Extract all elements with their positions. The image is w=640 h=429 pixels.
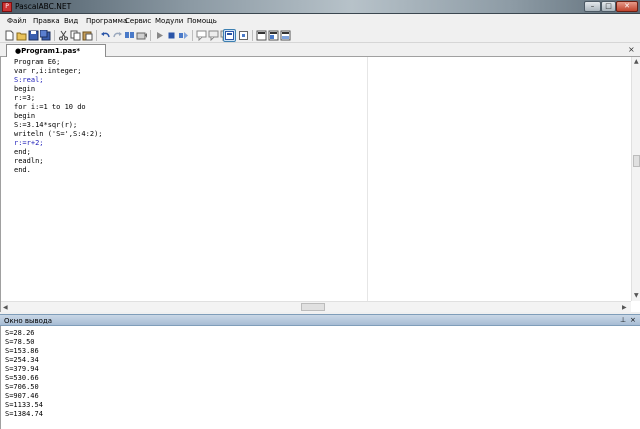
toolbar-separator bbox=[96, 30, 97, 41]
locals-icon[interactable] bbox=[268, 30, 279, 41]
output-panel-title: Окно вывода bbox=[4, 317, 53, 325]
stop-icon[interactable] bbox=[166, 30, 177, 41]
toolbar-separator bbox=[252, 30, 253, 41]
new-file-icon[interactable] bbox=[4, 30, 15, 41]
vertical-scroll-thumb[interactable] bbox=[633, 155, 640, 167]
code-line: for i:=1 to 10 do bbox=[14, 103, 86, 111]
menu-modules[interactable]: Модули bbox=[155, 17, 183, 25]
save-icon[interactable] bbox=[28, 30, 39, 41]
scroll-down-icon[interactable]: ▼ bbox=[634, 292, 639, 299]
window-icon[interactable] bbox=[238, 30, 249, 41]
run-icon[interactable] bbox=[154, 30, 165, 41]
output-line: S=1384.74 bbox=[5, 410, 43, 418]
step-icon[interactable] bbox=[178, 30, 189, 41]
output-panel-header: Окно вывода ⊥ × bbox=[0, 314, 640, 326]
menu-service[interactable]: Сервис bbox=[125, 17, 151, 25]
output-line: S=379.94 bbox=[5, 365, 39, 373]
menu-view[interactable]: Вид bbox=[64, 17, 78, 25]
pin-icon[interactable]: ⊥ bbox=[620, 316, 626, 324]
code-line: Program E6; bbox=[14, 58, 61, 66]
toolbar bbox=[0, 28, 640, 43]
code-line: writeln ('S=',S:4:2); bbox=[14, 130, 103, 138]
debug-comment-icon[interactable] bbox=[196, 30, 207, 42]
code-line: begin bbox=[14, 85, 36, 93]
close-button[interactable]: ✕ bbox=[616, 1, 638, 12]
cut-icon[interactable] bbox=[58, 30, 69, 41]
code-line: end; bbox=[14, 148, 31, 156]
menu-help[interactable]: Помощь bbox=[187, 17, 217, 25]
maximize-button[interactable]: □ bbox=[601, 1, 616, 12]
menu-program[interactable]: Программа bbox=[86, 17, 127, 25]
code-line: r:=r+2; bbox=[14, 139, 44, 147]
output-line: S=1133.54 bbox=[5, 401, 43, 409]
menu-bar: Файл Правка Вид Программа Сервис Модули … bbox=[0, 15, 640, 28]
output-line: S=907.46 bbox=[5, 392, 39, 400]
open-folder-icon[interactable] bbox=[16, 30, 27, 41]
tab-strip: ●Program1.pas* [Запущен] × bbox=[0, 44, 640, 67]
app-icon: P bbox=[2, 2, 12, 12]
editor-pane[interactable]: Program E6; var r,i:integer; S:real; beg… bbox=[3, 57, 367, 301]
output-line: S=530.66 bbox=[5, 374, 39, 382]
output-window[interactable]: S=28.26 S=78.50 S=153.86 S=254.34 S=379.… bbox=[0, 326, 640, 429]
horizontal-scrollbar[interactable]: ◀ ▶ bbox=[1, 301, 631, 312]
scroll-right-icon[interactable]: ▶ bbox=[622, 304, 627, 311]
windows-icon[interactable] bbox=[280, 30, 291, 41]
output-line: S=153.86 bbox=[5, 347, 39, 355]
undo-icon[interactable] bbox=[100, 30, 111, 41]
horizontal-scroll-thumb[interactable] bbox=[301, 303, 325, 311]
watch-icon[interactable] bbox=[256, 30, 267, 41]
debug-comment2-icon[interactable] bbox=[208, 30, 219, 42]
save-all-icon[interactable] bbox=[39, 29, 51, 41]
find-icon[interactable] bbox=[124, 30, 135, 41]
scroll-left-icon[interactable]: ◀ bbox=[3, 304, 8, 311]
form-layout-icon[interactable] bbox=[223, 29, 236, 42]
paste-icon[interactable] bbox=[82, 30, 93, 41]
title-bar[interactable]: P PascalABC.NET – □ ✕ bbox=[0, 0, 640, 14]
code-line: S:=3.14*sqr(r); bbox=[14, 121, 78, 129]
minimize-button[interactable]: – bbox=[584, 1, 601, 12]
editor-split-divider[interactable] bbox=[367, 57, 368, 301]
code-line: S:real; bbox=[14, 76, 44, 84]
close-panel-icon[interactable]: × bbox=[630, 316, 636, 324]
menu-file[interactable]: Файл bbox=[7, 17, 26, 25]
output-line: S=706.50 bbox=[5, 383, 39, 391]
close-tab-icon[interactable]: × bbox=[628, 45, 635, 54]
copy-icon[interactable] bbox=[70, 30, 81, 41]
toolbar-separator bbox=[54, 30, 55, 41]
code-line: readln; bbox=[14, 157, 44, 165]
tab-program1[interactable]: ●Program1.pas* [Запущен] bbox=[6, 44, 106, 67]
compile-icon[interactable] bbox=[136, 30, 147, 41]
window-title: PascalABC.NET bbox=[15, 2, 72, 11]
toolbar-separator bbox=[192, 30, 193, 41]
output-line: S=254.34 bbox=[5, 356, 39, 364]
code-line: var r,i:integer; bbox=[14, 67, 82, 75]
code-editor[interactable]: Program E6; var r,i:integer; S:real; beg… bbox=[0, 57, 640, 312]
code-line: end. bbox=[14, 166, 31, 174]
menu-edit[interactable]: Правка bbox=[33, 17, 60, 25]
scroll-up-icon[interactable]: ▲ bbox=[634, 58, 639, 65]
code-line: r:=3; bbox=[14, 94, 36, 102]
output-line: S=78.50 bbox=[5, 338, 35, 346]
vertical-scrollbar[interactable]: ▲ ▼ bbox=[631, 57, 640, 301]
code-line: begin bbox=[14, 112, 36, 120]
redo-icon[interactable] bbox=[112, 30, 123, 41]
app-window: P PascalABC.NET – □ ✕ Файл Правка Вид Пр… bbox=[0, 0, 640, 429]
toolbar-separator bbox=[150, 30, 151, 41]
output-line: S=28.26 bbox=[5, 329, 35, 337]
